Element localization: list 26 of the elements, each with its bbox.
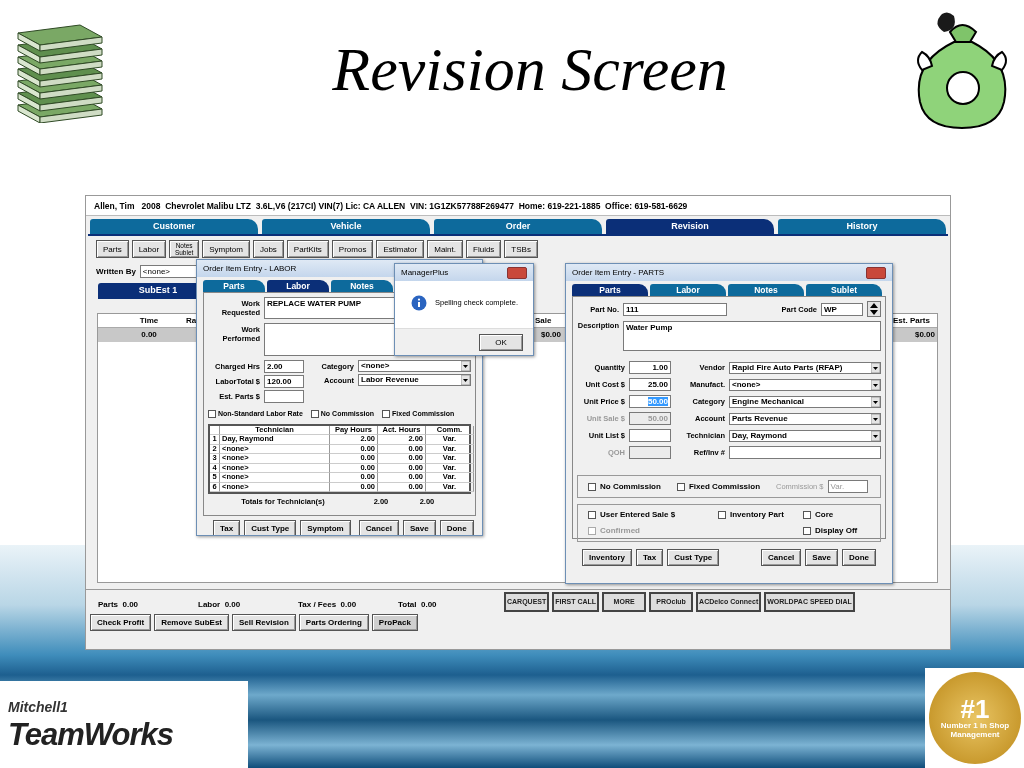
dialog-title: Order Item Entry - LABOR	[203, 263, 297, 275]
total-label: Parts 0.00	[98, 599, 140, 611]
checkbox-label: No Commission	[600, 480, 661, 493]
checkbox-label: Core	[815, 509, 834, 521]
badge-caption: Number 1 in Shop Management	[939, 722, 1011, 740]
table-cell-text: $0.00	[913, 329, 936, 341]
checkbox-label: User Entered Sale $	[600, 509, 676, 521]
input-field: 50.00	[629, 412, 671, 425]
table-cell-text: 0.00	[140, 329, 158, 341]
customer-header: Allen, Tim 2008 Chevrolet Malibu LTZ 3.6L,V6 (217CI) VIN(7) Lic: CA ALLEN VIN: 1G1ZK57788F269477 Home: 619-221-1885 Office: 619-581-6629	[86, 196, 950, 216]
checkbox-label: Display Off	[815, 525, 858, 537]
slide-title: Revision Screen	[331, 38, 729, 100]
table-cell-text: $0.00	[539, 329, 562, 341]
checkbox-label: Inventory Part	[730, 509, 784, 521]
total-label: Total 0.00	[398, 599, 438, 611]
badge-number: #1	[960, 696, 990, 723]
checkbox-label: Fixed Commission	[688, 480, 761, 493]
checkbox-label: Confirmed	[600, 525, 640, 537]
field-label: Written By	[96, 265, 136, 278]
total-label: Tax / Fees 0.00	[298, 599, 358, 611]
dialog-title: ManagerPlus	[401, 267, 449, 279]
input-field: Var.	[827, 480, 868, 493]
total-label: Labor 0.00	[198, 599, 242, 611]
logo-brand: Mitchell1	[8, 700, 68, 714]
logo-text: TeamWorks	[8, 719, 173, 750]
dialog-title: Order Item Entry - PARTS	[572, 267, 665, 279]
